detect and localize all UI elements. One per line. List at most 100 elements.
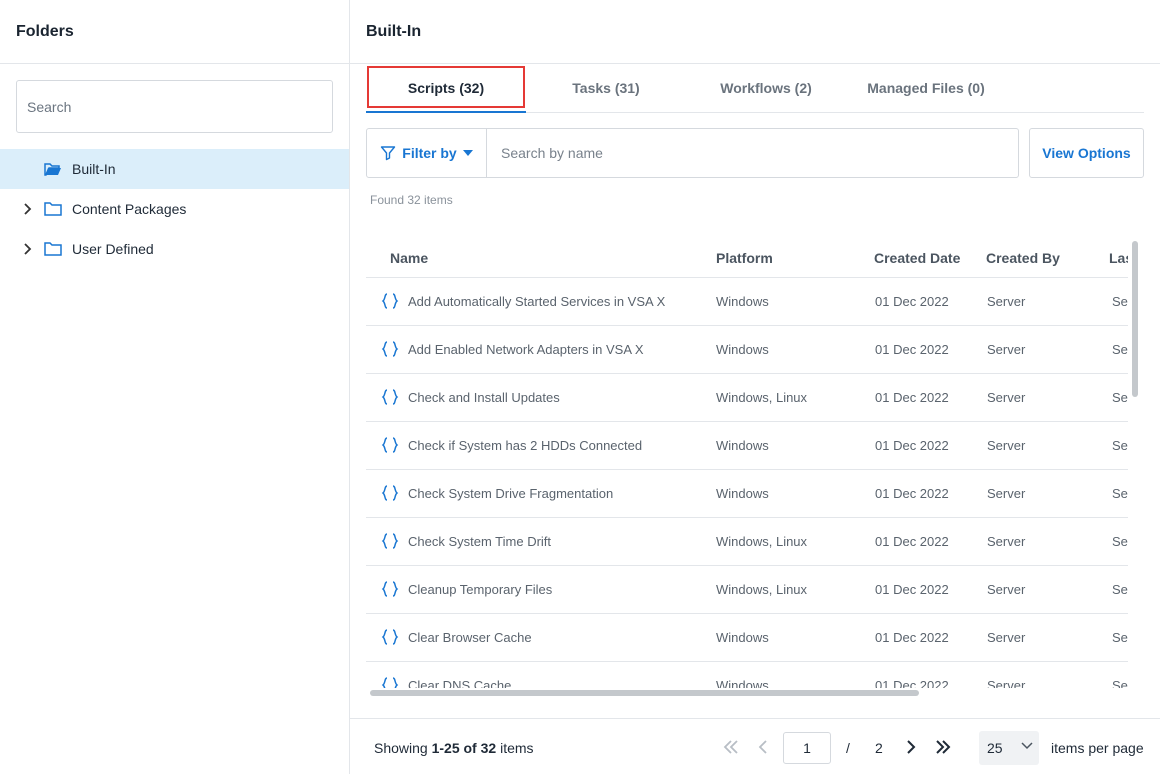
items-per-page-select[interactable]: 25 bbox=[979, 731, 1039, 765]
tab-managed-files[interactable]: Managed Files (0) bbox=[846, 64, 1006, 112]
items-per-page-label: items per page bbox=[1051, 740, 1144, 756]
cell-last: Se bbox=[1112, 630, 1128, 645]
table-body: Add Automatically Started Services in VS… bbox=[366, 278, 1128, 688]
cell-created-by: Server bbox=[987, 438, 1026, 453]
chevron-right-icon[interactable] bbox=[20, 201, 36, 217]
cell-name[interactable]: Check System Drive Fragmentation bbox=[408, 486, 613, 501]
filter-search-box: Filter by bbox=[366, 128, 1019, 178]
cell-last: Se bbox=[1112, 486, 1128, 501]
page-number-input[interactable] bbox=[783, 732, 831, 764]
tree-item-user-defined[interactable]: User Defined bbox=[0, 229, 349, 269]
cell-created-date: 01 Dec 2022 bbox=[875, 438, 949, 453]
cell-name[interactable]: Check and Install Updates bbox=[408, 390, 560, 405]
tab-scripts[interactable]: Scripts (32) bbox=[366, 64, 526, 113]
table-row[interactable]: Clear DNS Cache Windows 01 Dec 2022 Server S… bbox=[366, 662, 1128, 688]
filter-by-label: Filter by bbox=[402, 145, 457, 161]
column-header-platform[interactable]: Platform bbox=[716, 250, 773, 266]
cell-created-by: Server bbox=[987, 630, 1026, 645]
cell-created-by: Server bbox=[987, 678, 1026, 688]
folder-search-input[interactable] bbox=[27, 98, 332, 115]
folders-header: Folders bbox=[0, 0, 349, 64]
cell-created-date: 01 Dec 2022 bbox=[875, 486, 949, 501]
next-page-icon[interactable] bbox=[901, 737, 921, 757]
table-row[interactable]: Cleanup Temporary Files Windows, Linux 01 … bbox=[366, 566, 1128, 614]
table-row[interactable]: Check if System has 2 HDDs Connected Wind… bbox=[366, 422, 1128, 470]
scripts-table: Name Platform Created Date Created By La… bbox=[366, 236, 1128, 688]
view-options-button[interactable]: View Options bbox=[1029, 128, 1144, 178]
chevron-right-icon[interactable] bbox=[20, 241, 36, 257]
cell-platform: Windows, Linux bbox=[716, 390, 808, 405]
tab-tasks[interactable]: Tasks (31) bbox=[526, 64, 686, 112]
tab-workflows[interactable]: Workflows (2) bbox=[686, 64, 846, 112]
cell-name[interactable]: Check if System has 2 HDDs Connected bbox=[408, 438, 642, 453]
cell-name[interactable]: Clear Browser Cache bbox=[408, 630, 532, 645]
cell-platform: Windows bbox=[716, 630, 769, 645]
caret-down-icon bbox=[462, 150, 473, 156]
table-row[interactable]: Clear Browser Cache Windows 01 Dec 2022 Ser… bbox=[366, 614, 1128, 662]
column-header-created-by[interactable]: Created By bbox=[986, 250, 1060, 266]
cell-platform: Windows bbox=[716, 486, 769, 501]
cell-last: Se bbox=[1112, 342, 1128, 357]
table-row[interactable]: Check and Install Updates Windows, Linux 0… bbox=[366, 374, 1128, 422]
column-header-created-date[interactable]: Created Date bbox=[874, 250, 960, 266]
script-braces-icon bbox=[381, 677, 399, 688]
tree-item-content-packages[interactable]: Content Packages bbox=[0, 189, 349, 229]
vertical-scrollbar[interactable] bbox=[1132, 241, 1138, 397]
column-header-last[interactable]: Las bbox=[1109, 250, 1128, 266]
showing-suffix: items bbox=[496, 740, 534, 756]
script-braces-icon bbox=[381, 437, 399, 453]
per-page-value: 25 bbox=[987, 740, 1003, 756]
tab-label: Tasks (31) bbox=[572, 80, 640, 96]
script-braces-icon bbox=[381, 389, 399, 405]
folder-icon bbox=[44, 241, 62, 257]
horizontal-scrollbar[interactable] bbox=[370, 690, 919, 696]
last-page-icon[interactable] bbox=[933, 737, 953, 757]
cell-created-by: Server bbox=[987, 342, 1026, 357]
cell-name[interactable]: Add Enabled Network Adapters in VSA X bbox=[408, 342, 644, 357]
pagination-footer: Showing 1-25 of 32 items / 2 25 items pe… bbox=[350, 718, 1160, 774]
cell-created-by: Server bbox=[987, 486, 1026, 501]
filter-row: Filter by View Options bbox=[366, 128, 1144, 178]
previous-page-icon[interactable] bbox=[753, 737, 773, 757]
showing-range: 1-25 of 32 bbox=[431, 740, 497, 756]
table-row[interactable]: Add Enabled Network Adapters in VSA X Win… bbox=[366, 326, 1128, 374]
table-header: Name Platform Created Date Created By La… bbox=[366, 236, 1128, 278]
tree-item-built-in[interactable]: Built-In bbox=[0, 149, 349, 189]
tab-label: Workflows (2) bbox=[720, 80, 812, 96]
tree-item-label: User Defined bbox=[72, 241, 154, 257]
table-row[interactable]: Add Automatically Started Services in VS… bbox=[366, 278, 1128, 326]
filter-icon bbox=[381, 146, 396, 161]
cell-name[interactable]: Add Automatically Started Services in VS… bbox=[408, 294, 665, 309]
cell-platform: Windows bbox=[716, 294, 769, 309]
folders-title: Folders bbox=[16, 22, 74, 40]
showing-prefix: Showing bbox=[374, 740, 432, 756]
search-by-name-input[interactable] bbox=[501, 145, 1001, 161]
highlight-box bbox=[367, 66, 525, 108]
cell-created-date: 01 Dec 2022 bbox=[875, 630, 949, 645]
cell-platform: Windows bbox=[716, 342, 769, 357]
cell-created-date: 01 Dec 2022 bbox=[875, 582, 949, 597]
folder-search-box[interactable] bbox=[16, 80, 333, 133]
script-braces-icon bbox=[381, 629, 399, 645]
script-braces-icon bbox=[381, 533, 399, 549]
table-row[interactable]: Check System Drive Fragmentation Windows 0… bbox=[366, 470, 1128, 518]
tree-item-label: Content Packages bbox=[72, 201, 187, 217]
cell-name[interactable]: Clear DNS Cache bbox=[408, 678, 511, 688]
script-braces-icon bbox=[381, 293, 399, 309]
column-header-name[interactable]: Name bbox=[390, 250, 428, 266]
filter-by-button[interactable]: Filter by bbox=[367, 129, 487, 177]
cell-platform: Windows bbox=[716, 678, 769, 688]
cell-name[interactable]: Cleanup Temporary Files bbox=[408, 582, 552, 597]
first-page-icon[interactable] bbox=[721, 737, 741, 757]
cell-last: Se bbox=[1112, 534, 1128, 549]
cell-platform: Windows, Linux bbox=[716, 534, 808, 549]
cell-platform: Windows bbox=[716, 438, 769, 453]
cell-created-date: 01 Dec 2022 bbox=[875, 534, 949, 549]
table-row[interactable]: Check System Time Drift Windows, Linux 01 … bbox=[366, 518, 1128, 566]
chevron-down-icon bbox=[1021, 742, 1033, 750]
cell-last: Se bbox=[1112, 438, 1128, 453]
cell-name[interactable]: Check System Time Drift bbox=[408, 534, 551, 549]
script-braces-icon bbox=[381, 341, 399, 357]
cell-platform: Windows, Linux bbox=[716, 582, 808, 597]
cell-created-by: Server bbox=[987, 582, 1026, 597]
